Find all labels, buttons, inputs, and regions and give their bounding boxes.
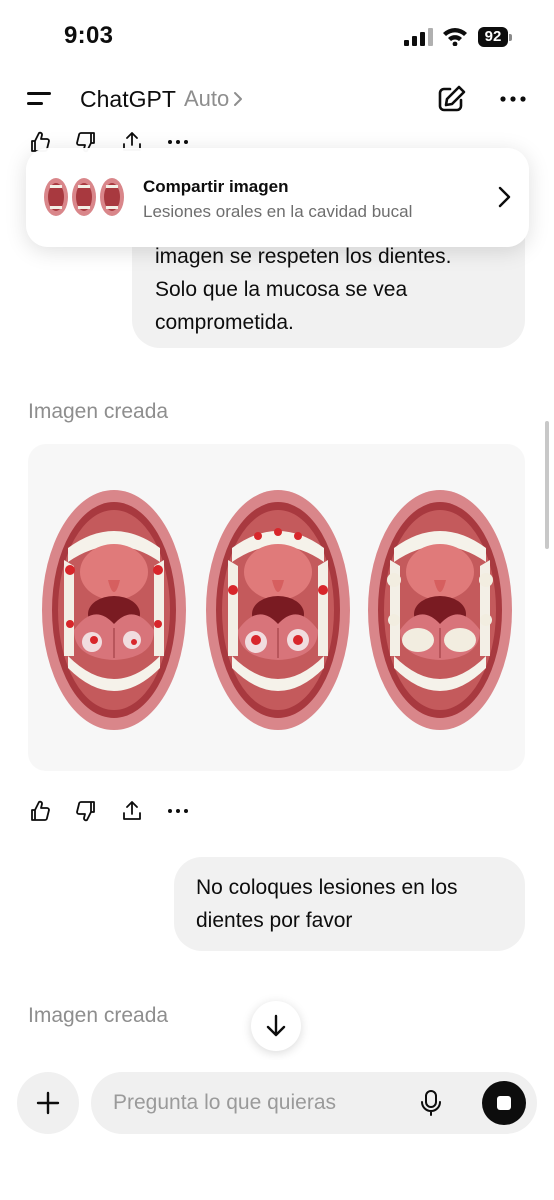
stop-button[interactable] bbox=[482, 1081, 526, 1125]
mouth-2 bbox=[205, 489, 351, 731]
signal-icon bbox=[404, 28, 433, 46]
message-actions bbox=[28, 799, 190, 823]
mouth-3 bbox=[367, 489, 513, 731]
compose-icon[interactable] bbox=[436, 84, 468, 114]
thumbs-down-icon[interactable] bbox=[74, 799, 98, 823]
plus-icon bbox=[36, 1091, 60, 1115]
more-icon[interactable] bbox=[498, 88, 528, 110]
message-line: comprometida. bbox=[155, 311, 294, 334]
more-icon[interactable] bbox=[166, 799, 190, 823]
prompt-input[interactable] bbox=[113, 1072, 403, 1134]
stop-icon bbox=[497, 1096, 511, 1110]
chevron-right-icon bbox=[234, 92, 243, 106]
battery-icon: 92 bbox=[478, 27, 512, 47]
app-header: ChatGPT Auto bbox=[0, 70, 554, 128]
battery-level: 92 bbox=[478, 27, 508, 47]
generated-image[interactable] bbox=[28, 444, 525, 771]
message-line: Solo que la mucosa se vea bbox=[155, 278, 408, 301]
message-line: dientes por favor bbox=[196, 909, 353, 932]
thumbs-up-icon[interactable] bbox=[28, 799, 52, 823]
oral-lesions-illustration bbox=[41, 489, 513, 731]
chat-area[interactable]: imagen se respeten los dientes. Solo que… bbox=[0, 128, 554, 1060]
composer bbox=[0, 1060, 554, 1200]
model-label: Auto bbox=[184, 86, 230, 111]
image-created-label: Imagen creada bbox=[28, 1004, 169, 1027]
status-bar: 9:03 92 bbox=[0, 0, 554, 70]
arrow-down-icon bbox=[266, 1014, 286, 1037]
model-selector[interactable]: Auto bbox=[184, 86, 243, 112]
chevron-right-icon bbox=[498, 186, 511, 208]
scroll-indicator[interactable] bbox=[545, 421, 549, 549]
image-created-label: Imagen creada bbox=[28, 400, 169, 423]
share-subtitle: Lesiones orales en la cavidad bucal bbox=[143, 202, 413, 221]
scroll-to-bottom-button[interactable] bbox=[251, 1001, 301, 1051]
user-message: No coloques lesiones en los dientes por … bbox=[174, 857, 525, 951]
share-title: Compartir imagen bbox=[143, 177, 289, 196]
share-thumbnail bbox=[44, 178, 124, 216]
attach-button[interactable] bbox=[17, 1072, 79, 1134]
microphone-icon[interactable] bbox=[419, 1089, 443, 1117]
mouth-1 bbox=[41, 489, 187, 731]
share-image-card[interactable]: Compartir imagen Lesiones orales en la c… bbox=[26, 148, 529, 247]
wifi-icon bbox=[443, 28, 467, 46]
share-icon[interactable] bbox=[120, 799, 144, 823]
status-time: 9:03 bbox=[64, 22, 114, 49]
app-title: ChatGPT bbox=[80, 86, 176, 112]
message-line: No coloques lesiones en los bbox=[196, 876, 458, 899]
menu-icon[interactable] bbox=[26, 88, 54, 110]
prompt-bar bbox=[91, 1072, 537, 1134]
